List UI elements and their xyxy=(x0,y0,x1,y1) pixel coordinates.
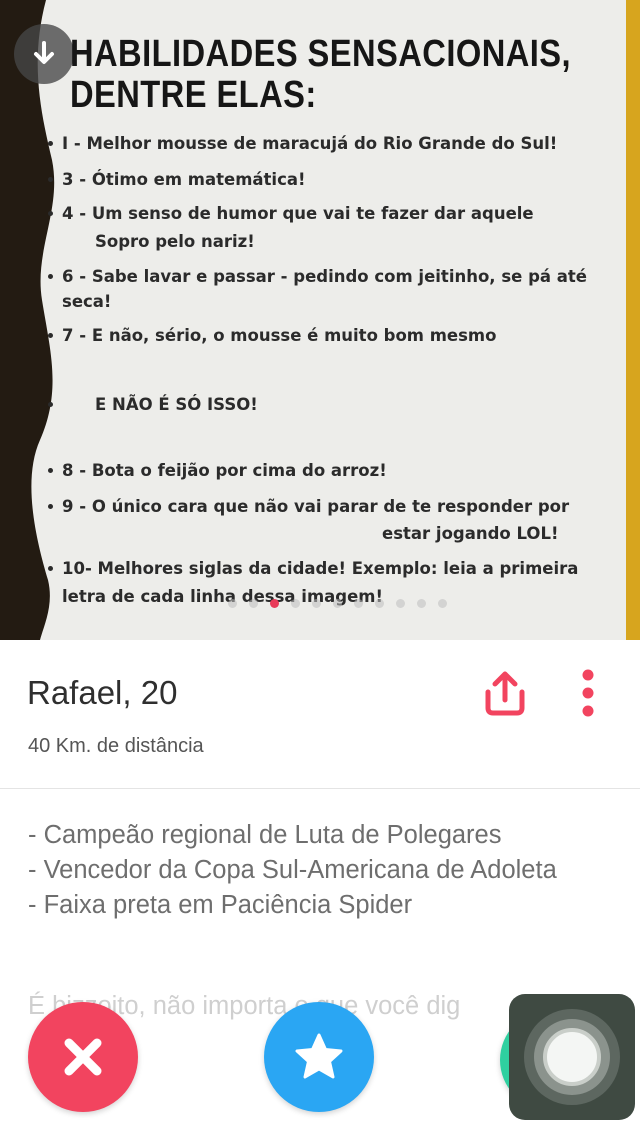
more-options-button[interactable] xyxy=(573,666,603,720)
share-button[interactable] xyxy=(478,666,532,720)
close-x-icon xyxy=(64,1038,102,1076)
bullet xyxy=(48,402,53,407)
pager-dot[interactable] xyxy=(312,599,321,608)
assistive-touch-ring xyxy=(534,1019,610,1095)
bullet xyxy=(48,468,53,473)
skill-item: 8 - Bota o feijão por cima do arroz! xyxy=(48,457,387,484)
pager-dot[interactable] xyxy=(228,599,237,608)
skill-item: 4 - Um senso de humor que vai te fazer d… xyxy=(48,200,534,227)
bullet xyxy=(48,177,53,182)
photo-pager xyxy=(228,599,447,608)
skill-item: I - Melhor mousse de maracujá do Rio Gra… xyxy=(48,130,557,157)
photo-headline: HABILIDADES SENSACIONAIS, DENTRE ELAS: xyxy=(70,33,572,116)
divider xyxy=(0,788,640,789)
assistive-touch-core xyxy=(543,1028,601,1086)
share-icon xyxy=(485,671,525,716)
more-vertical-icon xyxy=(582,669,594,717)
bullet xyxy=(48,504,53,509)
headline-line: DENTRE ELAS: xyxy=(70,74,317,116)
nope-button[interactable] xyxy=(28,1002,138,1112)
assistive-touch-button[interactable] xyxy=(509,994,635,1120)
super-like-star-icon xyxy=(295,1033,343,1079)
skill-item: 10- Melhores siglas da cidade! Exemplo: … xyxy=(48,555,578,582)
bullet xyxy=(48,333,53,338)
download-button[interactable] xyxy=(14,24,74,84)
skill-item-continuation: seca! xyxy=(62,292,112,311)
skill-item: 9 - O único cara que não vai parar de te… xyxy=(48,493,569,520)
pager-dot-active[interactable] xyxy=(270,599,279,608)
skill-item-continuation: Sopro pelo nariz! xyxy=(95,232,255,251)
skill-item: 3 - Ótimo em matemática! xyxy=(48,166,306,193)
skill-item: 6 - Sabe lavar e passar - pedindo com je… xyxy=(48,263,587,290)
bullet xyxy=(48,211,53,216)
profile-photo[interactable]: HABILIDADES SENSACIONAIS, DENTRE ELAS: I… xyxy=(0,0,640,640)
photo-gold-edge xyxy=(626,0,640,640)
profile-bio: - Campeão regional de Luta de Polegares … xyxy=(28,818,618,923)
headline-line: HABILIDADES SENSACIONAIS, xyxy=(70,33,572,75)
pager-dot[interactable] xyxy=(249,599,258,608)
skill-item: 7 - E não, sério, o mousse é muito bom m… xyxy=(48,322,496,349)
pager-dot[interactable] xyxy=(354,599,363,608)
bio-line: - Faixa preta em Paciência Spider xyxy=(28,891,413,919)
profile-name: Rafael, 20 xyxy=(27,674,178,711)
skill-callout: E NÃO É SÓ ISSO! xyxy=(48,391,258,418)
pager-dot[interactable] xyxy=(417,599,426,608)
bio-line: - Campeão regional de Luta de Polegares xyxy=(28,821,502,849)
pager-dot[interactable] xyxy=(438,599,447,608)
super-like-button[interactable] xyxy=(264,1002,374,1112)
profile-distance: 40 Km. de distância xyxy=(28,735,204,757)
bullet xyxy=(48,141,53,146)
pager-dot[interactable] xyxy=(375,599,384,608)
pager-dot[interactable] xyxy=(333,599,342,608)
assistive-touch-icon xyxy=(524,1009,620,1105)
photo-dark-wave-edge xyxy=(0,0,55,640)
pager-dot[interactable] xyxy=(396,599,405,608)
bullet xyxy=(48,274,53,279)
bullet xyxy=(48,566,53,571)
pager-dot[interactable] xyxy=(291,599,300,608)
bio-line: - Vencedor da Copa Sul-Americana de Adol… xyxy=(28,856,557,884)
download-arrow-icon xyxy=(34,41,54,64)
skill-item-continuation: estar jogando LOL! xyxy=(382,524,559,543)
